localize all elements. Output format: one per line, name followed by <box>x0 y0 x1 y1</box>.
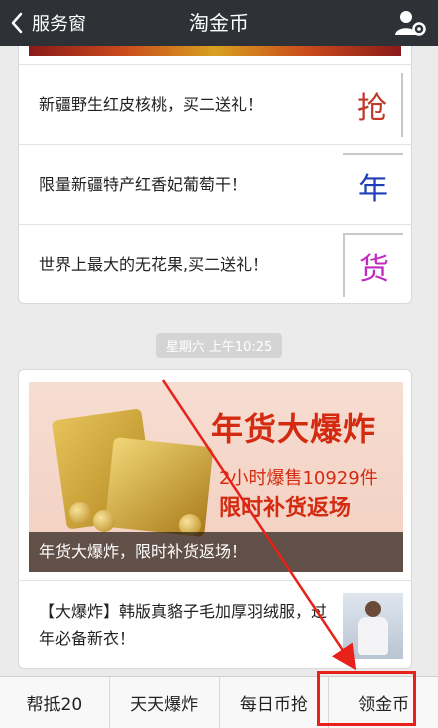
promo-thumbnail: 年 <box>343 153 403 217</box>
promo-thumbnail-char: 货 <box>359 252 389 287</box>
banner-caption: 年货大爆炸，限时补货返场！ <box>29 532 403 572</box>
back-label: 服务窗 <box>32 14 86 35</box>
menu-tab-daily-explosion[interactable]: 天天爆炸 <box>108 677 219 728</box>
banner-sales-line: 2小时爆售10929件 <box>219 468 378 489</box>
article-card: 年货大爆炸 2小时爆售10929件 限时补货返场 年货大爆炸，限时补货返场！ 【… <box>18 369 412 669</box>
promo-item-text: 世界上最大的无花果,买二送礼！ <box>39 255 269 274</box>
news-thumbnail <box>343 593 403 659</box>
navigation-bar: 服务窗 淘金币 <box>0 0 438 46</box>
message-timestamp: 星期六 上午10:25 <box>155 333 283 358</box>
timestamp-row: 星期六 上午10:25 <box>0 333 438 358</box>
promo-thumbnail: 货 <box>343 233 403 297</box>
article-banner[interactable]: 年货大爆炸 2小时爆售10929件 限时补货返场 年货大爆炸，限时补货返场！ <box>29 382 403 572</box>
banner-headline: 年货大爆炸 <box>211 410 377 448</box>
promo-thumbnail: 抢 <box>343 73 403 137</box>
news-item[interactable]: 【大爆炸】韩版真貉子毛加厚羽绒服，过年必备新衣！ <box>19 580 411 668</box>
menu-tab-collect-coins[interactable]: 领金币 <box>328 677 438 728</box>
menu-tab-daily-coin-grab[interactable]: 每日币抢 <box>218 677 329 728</box>
promo-thumbnail-char: 年 <box>358 172 388 207</box>
bottom-menu-bar: 帮抵20 天天爆炸 每日币抢 领金币 <box>0 676 438 728</box>
banner-restock-line: 限时补货返场 <box>219 496 352 521</box>
news-item-text: 【大爆炸】韩版真貉子毛加厚羽绒服，过年必备新衣！ <box>39 602 328 648</box>
chocolate-ball-image <box>69 502 91 524</box>
promo-item[interactable]: 限量新疆特产红香妃葡萄干！ 年 <box>19 144 411 224</box>
promo-item[interactable]: 新疆野生红皮核桃，买二送礼！ 抢 <box>19 64 411 144</box>
promo-item-text: 新疆野生红皮核桃，买二送礼！ <box>39 95 264 114</box>
chocolate-ball-image <box>93 510 115 532</box>
chevron-left-icon <box>11 12 23 34</box>
cropped-banner-strip <box>19 46 411 64</box>
promo-item-text: 限量新疆特产红香妃葡萄干！ <box>39 175 248 194</box>
menu-tab-bangdi[interactable]: 帮抵20 <box>0 677 109 728</box>
promo-item[interactable]: 世界上最大的无花果,买二送礼！ 货 <box>19 224 411 303</box>
promo-thumbnail-char: 抢 <box>357 91 387 126</box>
promo-list-card: 新疆野生红皮核桃，买二送礼！ 抢 限量新疆特产红香妃葡萄干！ 年 世界上最大的无… <box>18 46 412 304</box>
profile-settings-icon[interactable] <box>394 8 426 38</box>
back-button[interactable]: 服务窗 <box>10 0 86 46</box>
